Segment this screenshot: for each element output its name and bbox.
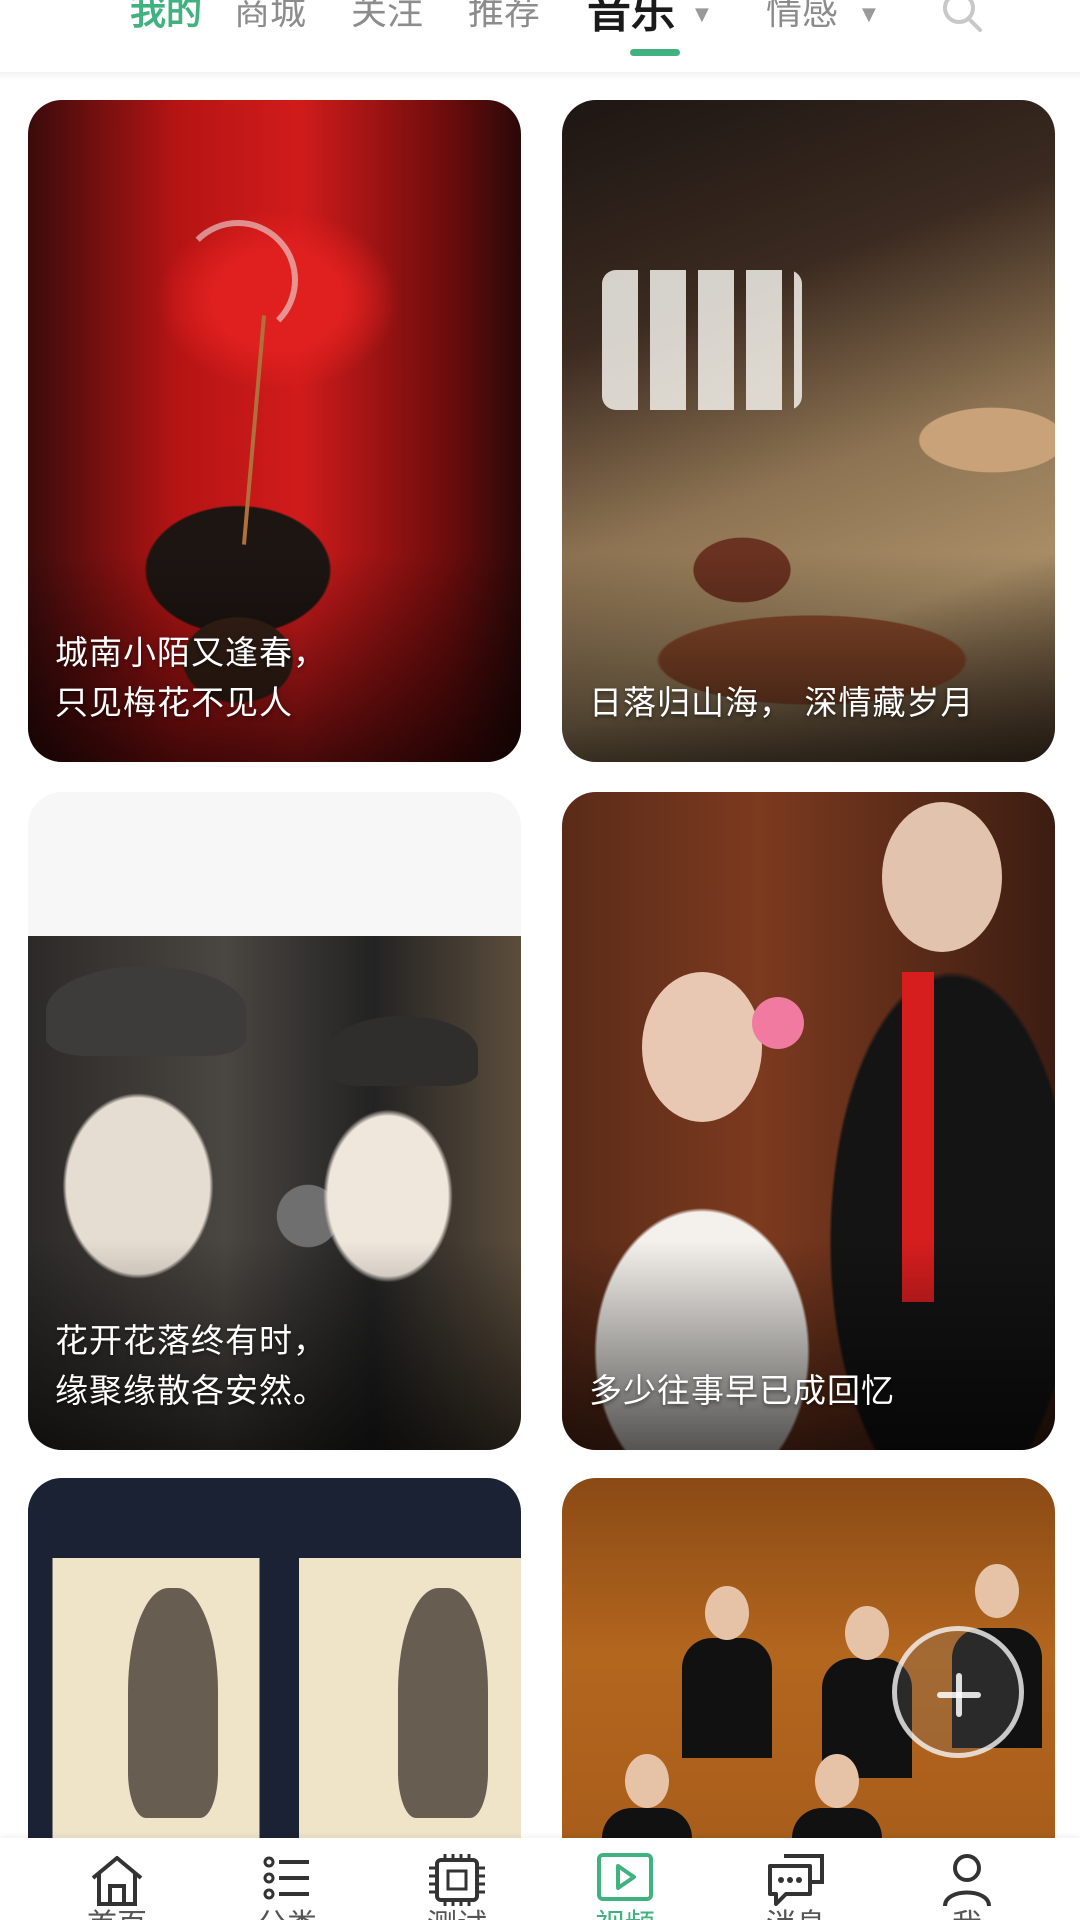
caption-shade [562,1240,1055,1450]
choir-face [845,1606,889,1660]
nav-profile-label: 我 [887,1906,1047,1920]
incense-stick [241,315,267,545]
play-icon [597,1853,653,1901]
tab-recommend[interactable]: 推荐 [468,0,540,38]
tab-mine[interactable]: 我的 [130,0,202,38]
feed-card[interactable]: 城南小陌又逢春， 只见梅花不见人 [28,100,521,762]
tab-follow[interactable]: 关注 [351,0,423,38]
chip-icon [429,1854,485,1906]
chat-icon [768,1854,824,1906]
nav-message[interactable]: 消息 [716,1838,876,1920]
nav-profile[interactable]: 我 [887,1838,1047,1920]
hat-shape [46,966,246,1056]
active-tab-indicator [630,49,680,56]
nav-video[interactable]: 视频 [545,1838,705,1920]
nav-category-label: 分类 [207,1906,367,1920]
painted-figure [398,1588,488,1818]
search-icon[interactable] [940,0,984,34]
card-caption: 花开花落终有时， 缘聚缘散各安然。 [55,1321,327,1410]
feed-card[interactable]: 多少往事早已成回忆 [562,792,1055,1450]
tab-emotion[interactable]: 情感 [766,0,838,38]
caption-shade [562,552,1055,762]
nav-home[interactable]: 首页 [37,1838,197,1920]
top-tab-bar: 我的 商城 关注 推荐 音乐 ▼ 情感 ▼ [0,0,1080,72]
card-caption: 多少往事早已成回忆 [589,1371,895,1410]
incense-smoke [178,220,298,340]
hair-flower [752,997,804,1049]
tab-music[interactable]: 音乐 [587,0,675,40]
hat-shape [328,1016,478,1086]
card-caption: 城南小陌又逢春， 只见梅花不见人 [55,633,327,722]
nav-test-label: 测试 [377,1906,537,1920]
list-icon [263,1856,309,1900]
nav-home-label: 首页 [37,1906,197,1920]
choir-face [815,1754,859,1808]
face-shape [882,802,1002,952]
user-icon [943,1854,991,1907]
choir-face [975,1564,1019,1618]
tab-mall[interactable]: 商城 [234,0,306,38]
face-shape [642,972,762,1122]
top-bar-divider [0,72,1080,80]
choir-member [682,1638,772,1758]
nav-message-label: 消息 [716,1906,876,1920]
home-icon [91,1856,143,1906]
painted-figure [128,1588,218,1818]
emotion-dropdown-icon[interactable]: ▼ [862,4,876,25]
music-dropdown-icon[interactable]: ▼ [695,4,709,25]
frame-top [28,1478,521,1558]
add-button[interactable] [892,1626,1024,1758]
feed-card[interactable]: 日落归山海， 深情藏岁月 [562,100,1055,762]
tea-cups [602,270,802,410]
feed-card[interactable]: 花开花落终有时， 缘聚缘散各安然。 [28,792,521,1450]
choir-face [705,1586,749,1640]
nav-category[interactable]: 分类 [207,1838,367,1920]
choir-face [625,1754,669,1808]
bottom-nav: 首页 分类 测试 视频 [0,1838,1080,1920]
nav-test[interactable]: 测试 [377,1838,537,1920]
card-caption: 日落归山海， 深情藏岁月 [589,683,975,722]
nav-video-label: 视频 [545,1906,705,1920]
